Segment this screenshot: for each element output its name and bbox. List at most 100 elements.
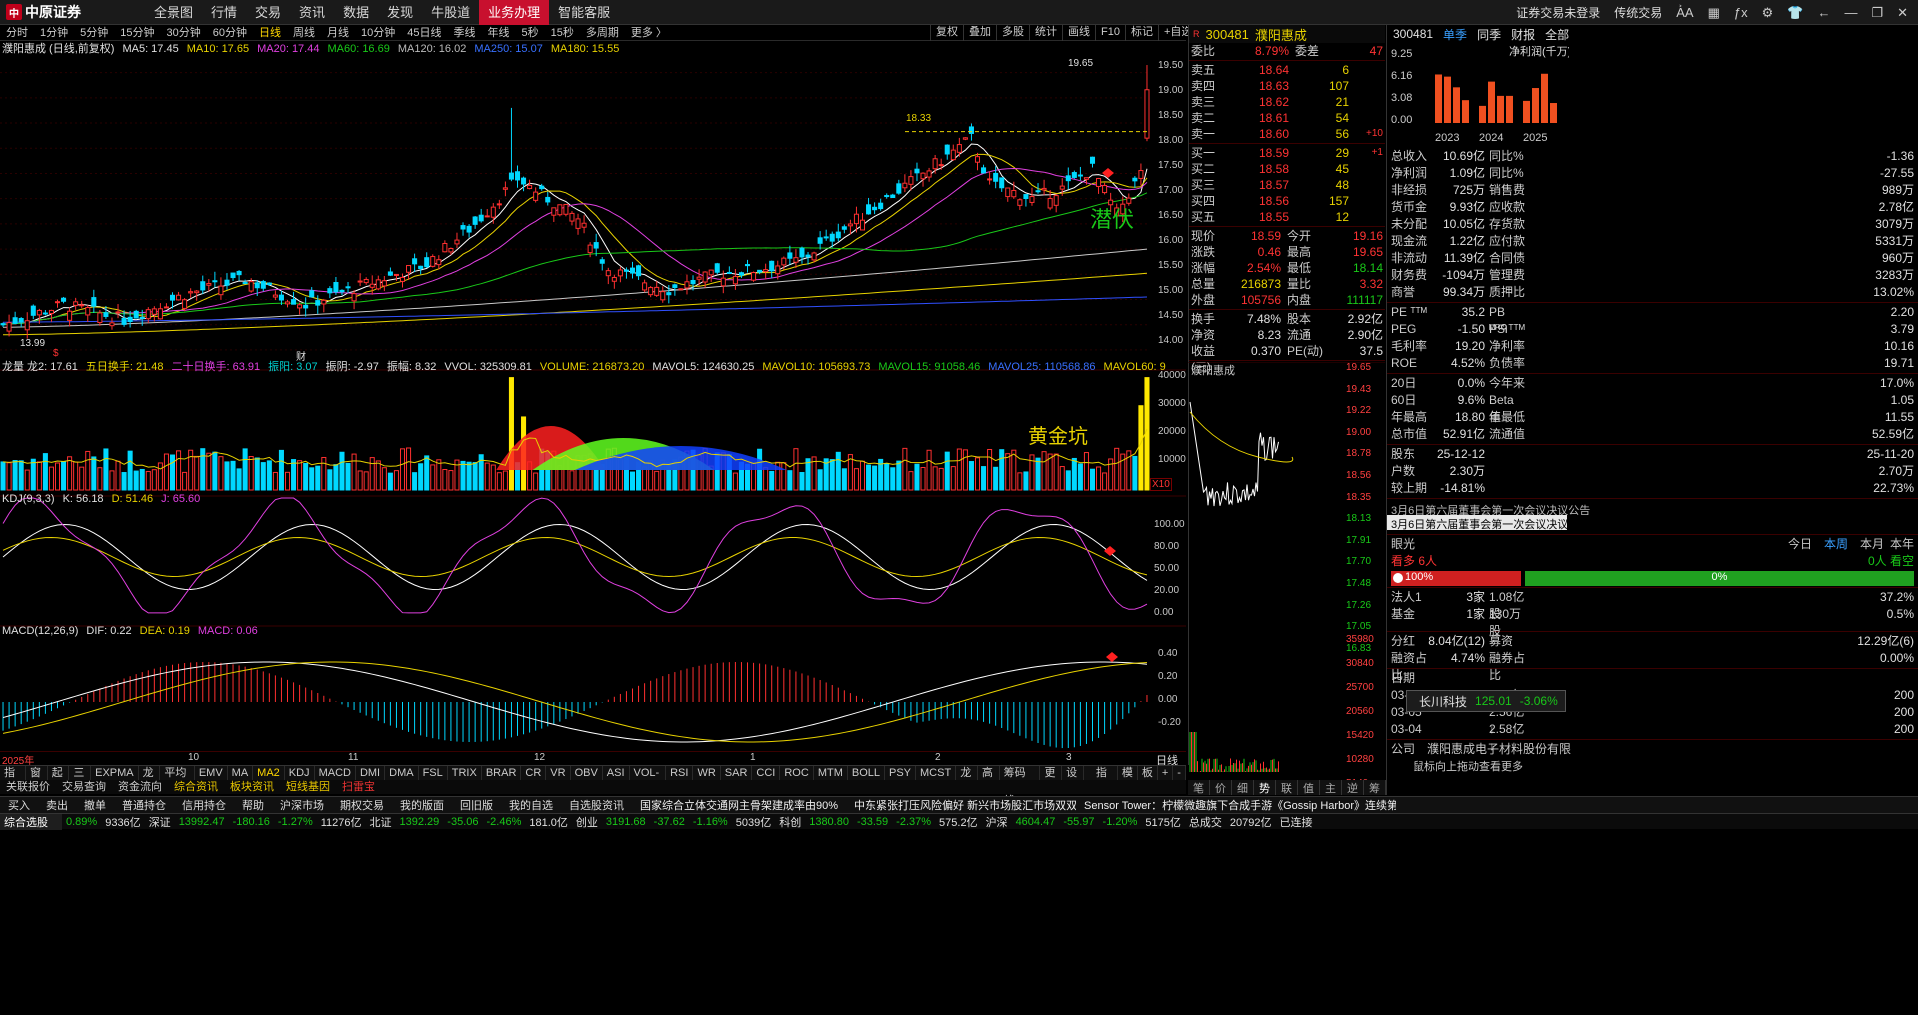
minimize-icon[interactable]: —: [1844, 5, 1857, 20]
period-4[interactable]: 30分钟: [161, 26, 207, 41]
indicator-tab-34[interactable]: 更多: [1040, 766, 1063, 793]
stock-popup[interactable]: 长川科技 125.01 -3.06%: [1406, 690, 1566, 712]
trade-btn-11[interactable]: 自选股资讯: [561, 797, 632, 813]
info-tab-6[interactable]: 扫雷宝: [336, 780, 381, 794]
indicator-tab-15[interactable]: TRIX: [448, 766, 482, 780]
indicator-tab-17[interactable]: CR: [521, 766, 547, 780]
period-0[interactable]: 分时: [0, 26, 34, 41]
tick-tab-4[interactable]: 联: [1276, 780, 1298, 795]
yg-year[interactable]: 本年: [1890, 536, 1914, 553]
bids-row[interactable]: 买一 18.59 29 +1: [1189, 145, 1385, 161]
period-2[interactable]: 5分钟: [74, 26, 114, 41]
indicator-tab-0[interactable]: 指标A: [0, 766, 26, 807]
tool-btn-3[interactable]: 统计: [1029, 25, 1062, 41]
indicator-right-3[interactable]: +: [1158, 766, 1174, 780]
indicator-tab-6[interactable]: 平均成本: [160, 766, 195, 793]
tool-btn-6[interactable]: 标记: [1124, 25, 1158, 41]
asks-row[interactable]: 卖四 18.63 107: [1189, 78, 1385, 94]
indicator-tab-11[interactable]: MACD: [315, 766, 356, 780]
news-ticker-1[interactable]: 中东紧张打压风险偏好 新兴市场股汇市场双双重挫: [846, 797, 1076, 813]
period-7[interactable]: 周线: [287, 26, 321, 41]
formula-icon[interactable]: ƒx: [1734, 5, 1748, 20]
period-10[interactable]: 45日线: [401, 26, 447, 41]
close-icon[interactable]: ✕: [1897, 5, 1908, 21]
font-size-icon[interactable]: A͐A: [1676, 5, 1693, 20]
period-1[interactable]: 1分钟: [34, 26, 74, 41]
indicator-tab-25[interactable]: CCI: [752, 766, 781, 780]
nav-item-4[interactable]: 数据: [334, 0, 378, 25]
indicator-tab-24[interactable]: SAR: [721, 766, 753, 780]
nav-item-2[interactable]: 交易: [246, 0, 290, 25]
indicator-tab-1[interactable]: 窗口: [26, 766, 48, 793]
indicator-tab-22[interactable]: RSI: [666, 766, 694, 780]
indicator-tab-16[interactable]: BRAR: [482, 766, 522, 780]
bids-row[interactable]: 买三 18.57 48: [1189, 177, 1385, 193]
indicator-tab-13[interactable]: DMA: [385, 766, 419, 780]
period-16[interactable]: 更多 〉: [625, 26, 673, 41]
nav-item-0[interactable]: 全景图: [145, 0, 202, 25]
indicator-tab-3[interactable]: 三线: [69, 766, 92, 793]
indicator-tab-23[interactable]: WR: [693, 766, 721, 780]
tick-tab-3[interactable]: 势: [1254, 780, 1276, 795]
indicator-tab-18[interactable]: VR: [546, 766, 571, 780]
period-3[interactable]: 15分钟: [114, 26, 160, 41]
indicator-tab-27[interactable]: MTM: [814, 766, 848, 780]
tick-tab-7[interactable]: 逆: [1342, 780, 1364, 795]
period-6[interactable]: 日线: [253, 26, 287, 41]
main-chart-area[interactable]: [0, 56, 1186, 765]
restore-icon[interactable]: ❐: [1871, 5, 1883, 21]
period-11[interactable]: 季线: [448, 26, 482, 41]
trade-btn-2[interactable]: 撤单: [76, 797, 114, 813]
indicator-tab-21[interactable]: VOL-TDX: [630, 766, 667, 793]
classic-trade-link[interactable]: 传统交易: [1614, 4, 1662, 21]
indicator-tab-31[interactable]: 龙线: [956, 766, 978, 793]
indicator-tab-14[interactable]: FSL: [419, 766, 448, 780]
period-8[interactable]: 月线: [321, 26, 355, 41]
tool-btn-4[interactable]: 画线: [1062, 25, 1095, 41]
status-label[interactable]: 综合选股: [0, 813, 62, 830]
period-9[interactable]: 10分钟: [355, 26, 401, 41]
indicator-tab-12[interactable]: DMI: [356, 766, 386, 780]
indicator-tab-19[interactable]: OBV: [571, 766, 603, 780]
bids-row[interactable]: 买四 18.56 157: [1189, 193, 1385, 209]
period-12[interactable]: 年线: [482, 26, 516, 41]
back-arrow-icon[interactable]: ←: [1817, 5, 1830, 20]
asks-row[interactable]: 卖二 18.61 54: [1189, 110, 1385, 126]
info-tab-5[interactable]: 短线基因: [280, 780, 336, 794]
news-ticker-2[interactable]: Sensor Tower：柠檬微趣旗下合成手游《Gossip Harbor》连续…: [1076, 797, 1396, 813]
info-tab-4[interactable]: 板块资讯: [224, 780, 280, 794]
trade-btn-7[interactable]: 期权交易: [332, 797, 392, 813]
indicator-tab-4[interactable]: EXPMA: [91, 766, 139, 780]
indicator-tab-2[interactable]: 起爆: [48, 766, 70, 793]
fin-tab-report[interactable]: 财报: [1511, 26, 1535, 43]
announcement-text[interactable]: 3月6日第六届董事会第一次会议决议公告: [1387, 500, 1918, 515]
info-tab-0[interactable]: 关联报价: [0, 780, 56, 794]
nav-item-5[interactable]: 发现: [378, 0, 422, 25]
asks-row[interactable]: 卖五 18.64 6: [1189, 62, 1385, 78]
indicator-tab-7[interactable]: EMV: [195, 766, 228, 780]
tick-tab-5[interactable]: 值: [1298, 780, 1320, 795]
trade-btn-6[interactable]: 沪深市场: [272, 797, 332, 813]
tick-tab-8[interactable]: 筹: [1364, 780, 1386, 795]
info-tab-1[interactable]: 交易查询: [56, 780, 112, 794]
indicator-tab-30[interactable]: MCST: [916, 766, 957, 780]
tool-btn-0[interactable]: 复权: [930, 25, 963, 41]
tick-tab-2[interactable]: 细: [1232, 780, 1254, 795]
indicator-tab-8[interactable]: MA: [228, 766, 254, 780]
nav-item-8[interactable]: 智能客服: [549, 0, 619, 25]
indicator-tab-35[interactable]: 设置: [1062, 766, 1084, 793]
tick-tab-1[interactable]: 价: [1210, 780, 1232, 795]
trade-btn-8[interactable]: 我的版面: [392, 797, 452, 813]
indicator-tab-5[interactable]: 龙量: [139, 766, 161, 793]
indicator-tab-9[interactable]: MA2: [253, 766, 285, 780]
asks-row[interactable]: 卖一 18.60 56 +10: [1189, 126, 1385, 142]
indicator-right-0[interactable]: 指标B: [1092, 766, 1118, 807]
indicator-tab-33[interactable]: 筹码散户线: [1000, 766, 1041, 807]
indicator-tab-26[interactable]: ROC: [780, 766, 814, 780]
tool-btn-1[interactable]: 叠加: [963, 25, 996, 41]
nav-item-1[interactable]: 行情: [202, 0, 246, 25]
stock-code[interactable]: 300481: [1206, 27, 1249, 42]
trade-btn-10[interactable]: 我的自选: [501, 797, 561, 813]
stock-name[interactable]: 濮阳惠成: [1255, 25, 1307, 44]
nav-item-6[interactable]: 牛股道: [422, 0, 479, 25]
